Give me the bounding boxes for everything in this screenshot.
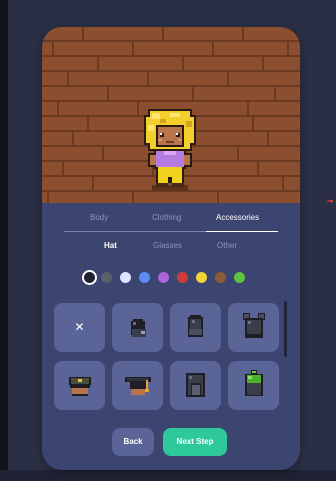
tab-divider — [64, 231, 206, 232]
item-army-cap-tile[interactable] — [54, 361, 105, 410]
tab-body[interactable]: Body — [90, 213, 108, 222]
item-hood-tile[interactable] — [170, 361, 221, 410]
color-swatch[interactable] — [196, 272, 207, 283]
color-swatch[interactable] — [101, 272, 112, 283]
item-bear-ears-hat-tile[interactable] — [228, 303, 279, 352]
next-step-button[interactable]: Next Step — [163, 428, 227, 456]
pixel-character — [144, 109, 196, 191]
active-tab-indicator — [206, 231, 278, 232]
cap-icon — [131, 319, 146, 337]
army-cap-icon — [69, 377, 91, 396]
bear-ears-hat-icon — [243, 313, 265, 338]
category-tabs: Body Clothing Accessories — [64, 213, 278, 235]
tab-accessories[interactable]: Accessories — [216, 213, 259, 222]
grid-scrollbar[interactable] — [284, 301, 287, 357]
color-swatch[interactable] — [82, 270, 97, 285]
color-swatch[interactable] — [234, 272, 245, 283]
color-swatch[interactable] — [177, 272, 188, 283]
color-swatches — [82, 270, 262, 288]
color-swatch[interactable] — [158, 272, 169, 283]
back-button[interactable]: Back — [112, 428, 154, 456]
avatar-preview — [42, 27, 300, 203]
item-dark-beanie-tile[interactable] — [170, 303, 221, 352]
close-icon: ✕ — [74, 320, 85, 334]
color-swatch[interactable] — [215, 272, 226, 283]
subtab-hat[interactable]: Hat — [104, 241, 117, 250]
red-arrow-icon — [326, 199, 336, 203]
color-swatch[interactable] — [120, 272, 131, 283]
graduation-cap-icon — [125, 377, 151, 395]
character-editor-card: Body Clothing Accessories Hat Glasses Ot… — [42, 27, 300, 470]
side-edge — [0, 0, 8, 481]
green-beanie-icon — [245, 370, 263, 396]
tab-clothing[interactable]: Clothing — [152, 213, 181, 222]
beanie-icon — [188, 315, 203, 337]
item-graduation-cap-tile[interactable] — [112, 361, 163, 410]
subtab-other[interactable]: Other — [217, 241, 237, 250]
accessory-subtabs: Hat Glasses Other — [42, 241, 300, 255]
item-none-tile[interactable]: ✕ — [54, 303, 105, 352]
item-black-cap-tile[interactable] — [112, 303, 163, 352]
hood-icon — [186, 373, 205, 397]
bottom-edge — [0, 470, 336, 481]
hat-item-grid: ✕ — [54, 303, 282, 417]
subtab-glasses[interactable]: Glasses — [153, 241, 182, 250]
item-green-beanie-tile[interactable] — [228, 361, 279, 410]
color-swatch[interactable] — [139, 272, 150, 283]
